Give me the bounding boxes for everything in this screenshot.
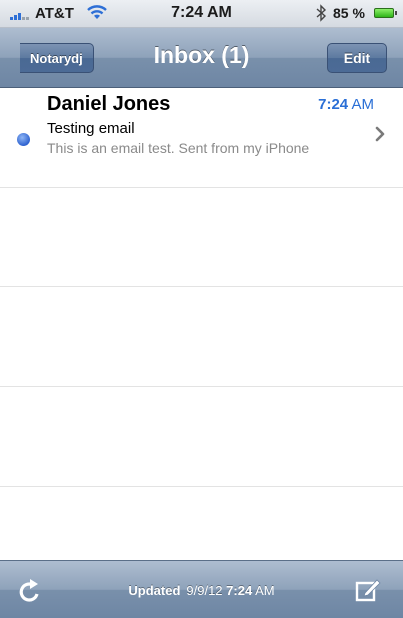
message-row[interactable]: Daniel Jones 7:24 AM Testing email This … [0, 88, 403, 188]
empty-row-divider [0, 386, 403, 387]
message-subject: Testing email [47, 120, 135, 137]
message-time: 7:24 AM [318, 96, 374, 113]
battery-percent: 85 % [333, 5, 365, 21]
updated-status: Updated 9/9/12 7:24 AM [0, 583, 403, 598]
updated-label: Updated [128, 583, 181, 598]
compose-icon[interactable] [355, 577, 381, 603]
message-sender: Daniel Jones [47, 93, 171, 115]
bottom-toolbar: Updated 9/9/12 7:24 AM [0, 560, 403, 618]
chevron-right-icon [375, 126, 385, 142]
navigation-bar: Notarydj Inbox (1) Edit [0, 28, 403, 88]
message-list: Daniel Jones 7:24 AM Testing email This … [0, 88, 403, 560]
unread-dot-icon [17, 133, 30, 146]
empty-row-divider [0, 286, 403, 287]
edit-button[interactable]: Edit [327, 43, 387, 73]
updated-time: 7:24 [226, 583, 253, 598]
bluetooth-icon [316, 4, 327, 22]
battery-icon [374, 8, 397, 18]
updated-ampm: AM [255, 583, 275, 598]
updated-date: 9/9/12 [186, 583, 223, 598]
message-preview: This is an email test. Sent from my iPho… [47, 140, 310, 156]
empty-row-divider [0, 486, 403, 487]
status-bar: AT&T 7:24 AM 85 % [0, 0, 403, 28]
